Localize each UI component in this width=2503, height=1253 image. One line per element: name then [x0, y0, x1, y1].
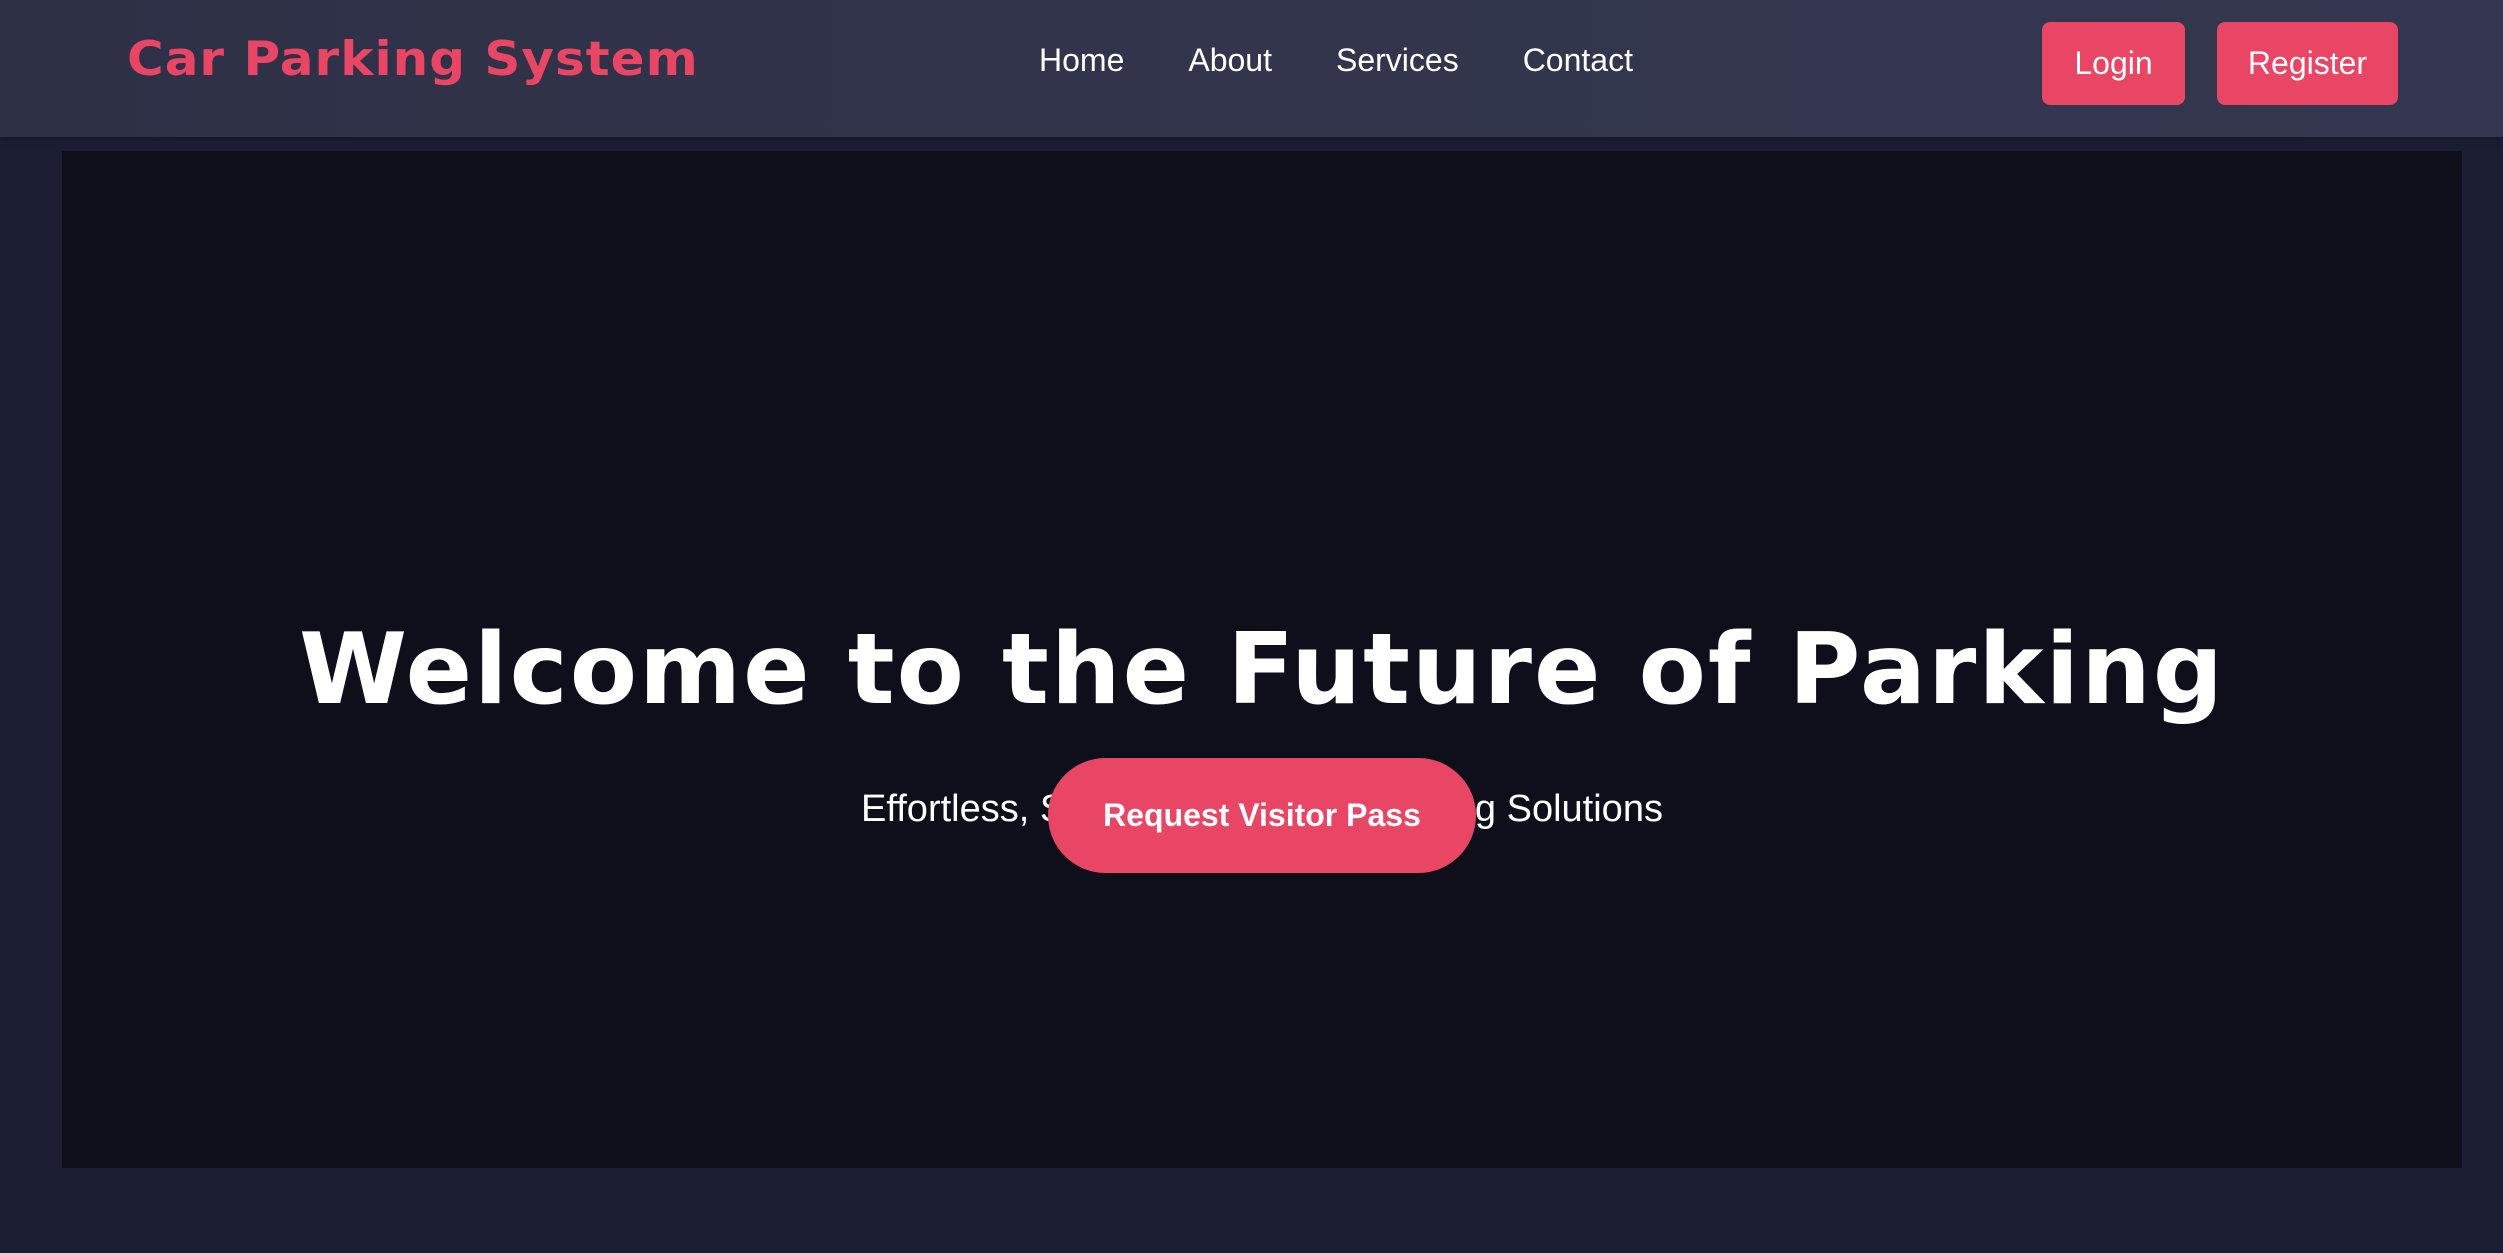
nav-links: Home About Services Contact — [1039, 42, 1633, 79]
nav-link-services[interactable]: Services — [1336, 42, 1459, 79]
hero-title: Welcome to the Future of Parking — [298, 613, 2226, 727]
nav-link-home[interactable]: Home — [1039, 42, 1124, 79]
register-button[interactable]: Register — [2217, 22, 2398, 105]
login-button[interactable]: Login — [2042, 22, 2185, 105]
request-visitor-pass-button[interactable]: Request Visitor Pass — [1048, 758, 1476, 873]
nav-link-contact[interactable]: Contact — [1523, 42, 1633, 79]
nav-link-about[interactable]: About — [1188, 42, 1272, 79]
hero-section: Welcome to the Future of Parking Effortl… — [62, 151, 2462, 1168]
brand-logo[interactable]: Car Parking System — [127, 31, 699, 86]
navbar: Car Parking System Home About Services C… — [0, 0, 2503, 137]
